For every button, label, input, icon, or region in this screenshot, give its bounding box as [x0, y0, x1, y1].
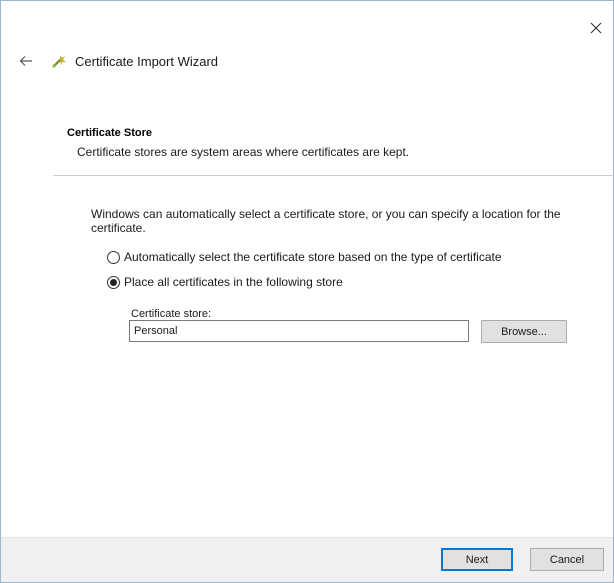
wizard-titlebar: Certificate Import Wizard [17, 49, 218, 73]
next-button[interactable]: Next [441, 548, 513, 571]
section-description: Certificate stores are system areas wher… [77, 145, 410, 159]
place-all-option[interactable]: Place all certificates in the following … [107, 275, 343, 289]
auto-select-label: Automatically select the certificate sto… [124, 250, 502, 264]
close-button[interactable] [585, 17, 607, 39]
auto-select-radio[interactable] [107, 250, 120, 264]
browse-button[interactable]: Browse... [481, 320, 567, 343]
intro-text: Windows can automatically select a certi… [91, 207, 561, 235]
wizard-footer: Next Cancel [1, 537, 613, 582]
place-all-radio[interactable] [107, 275, 120, 289]
certificate-store-label: Certificate store: [131, 308, 212, 320]
certificate-wizard-icon [49, 51, 69, 71]
close-icon [590, 22, 602, 34]
auto-select-option[interactable]: Automatically select the certificate sto… [107, 250, 502, 264]
header-divider [53, 175, 614, 176]
wizard-title: Certificate Import Wizard [75, 53, 219, 69]
place-all-label: Place all certificates in the following … [124, 275, 343, 289]
cancel-button[interactable]: Cancel [530, 548, 604, 571]
back-button[interactable] [17, 52, 35, 70]
wizard-window: Certificate Import Wizard Certificate St… [0, 0, 614, 583]
back-arrow-icon [19, 56, 32, 66]
section-title: Certificate Store [67, 127, 152, 139]
page-header: Certificate Store Certificate stores are… [67, 127, 409, 159]
certificate-store-input[interactable] [129, 320, 469, 342]
